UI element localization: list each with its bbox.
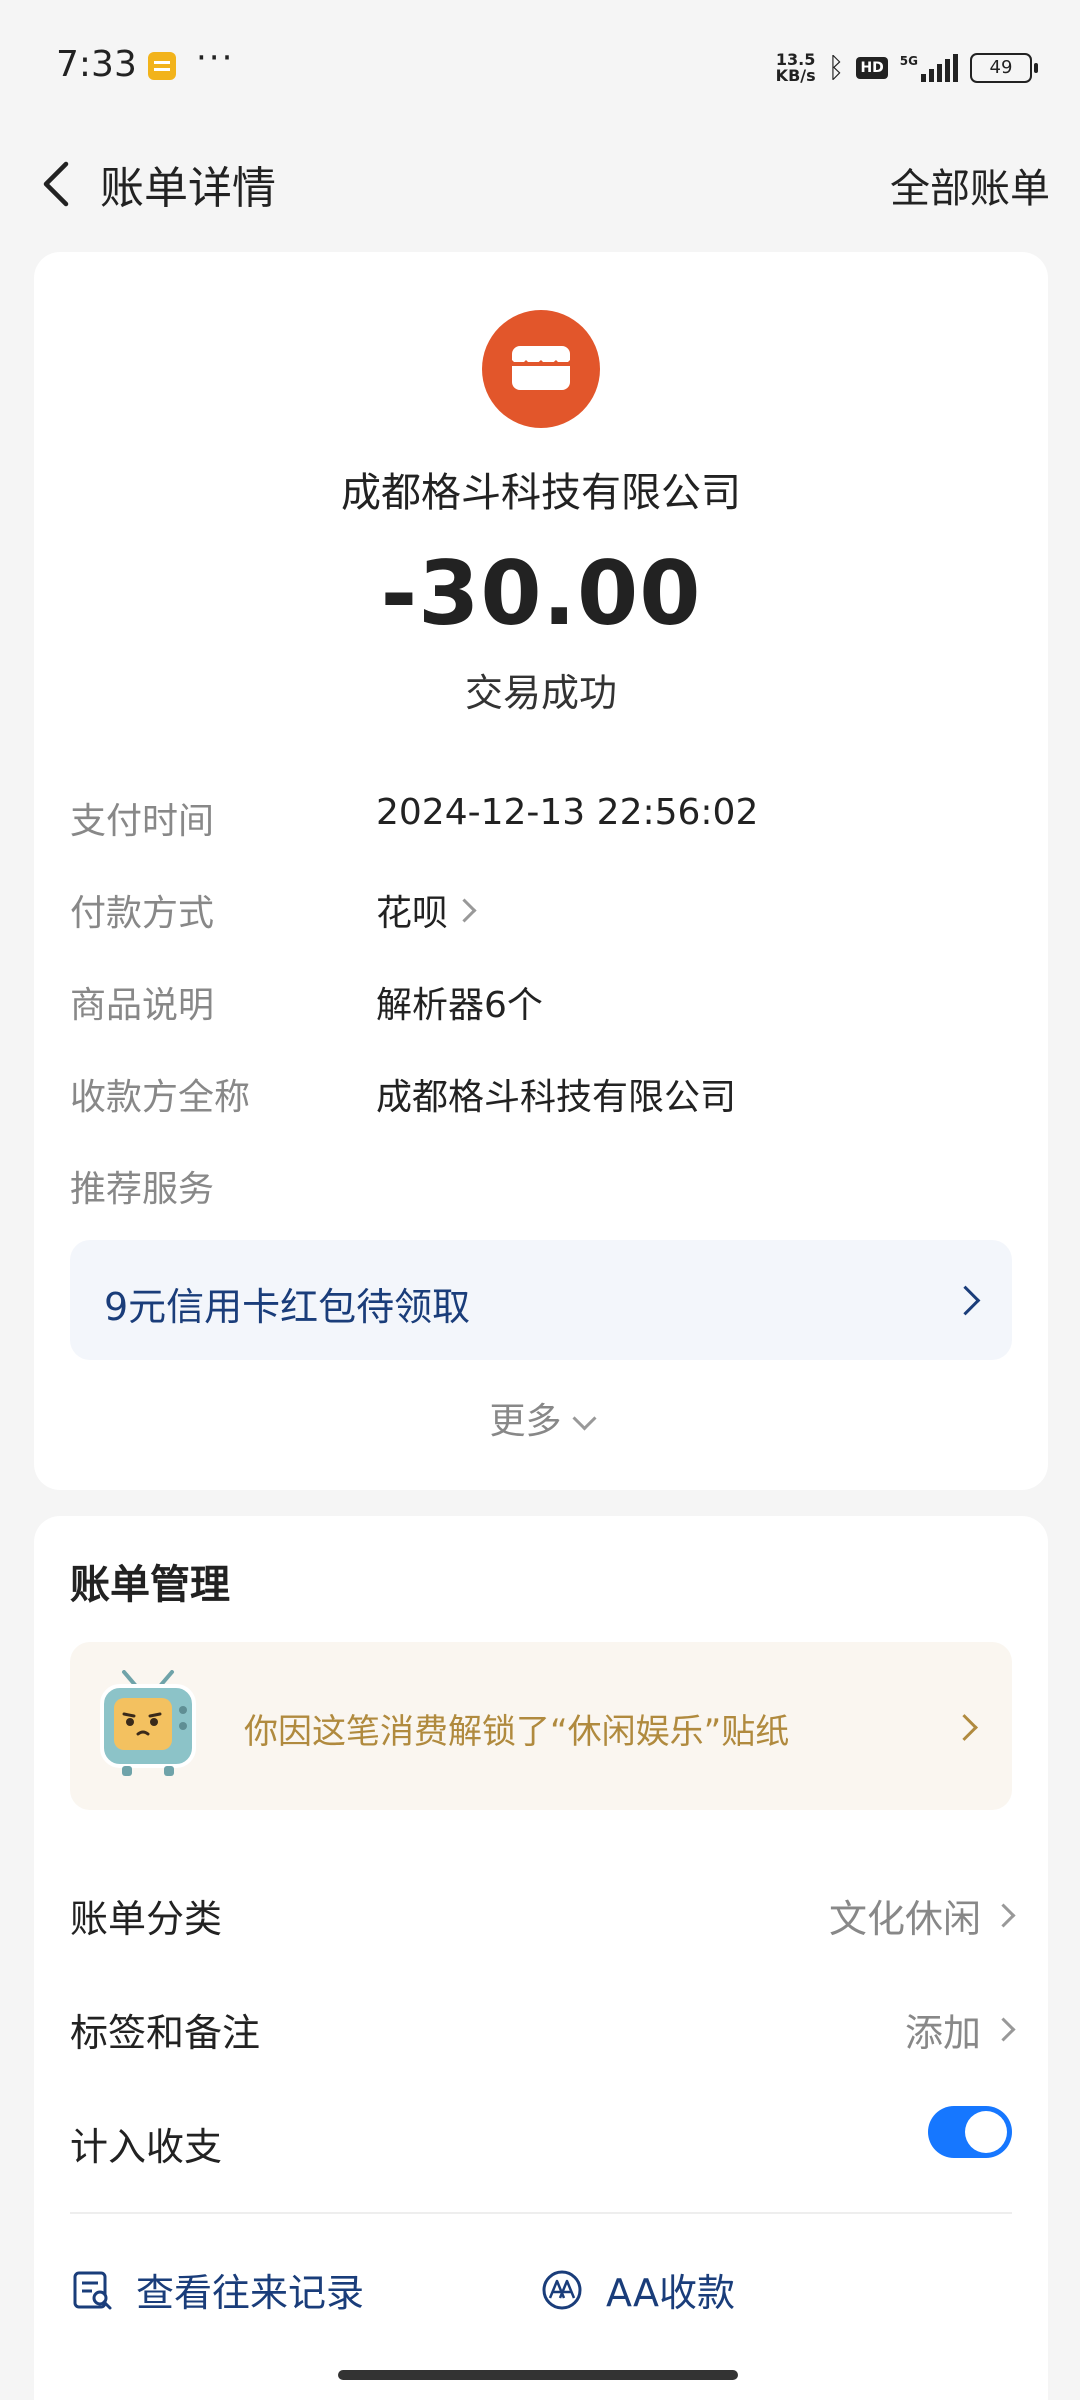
detail-label: 付款方式 — [70, 893, 215, 934]
detail-value[interactable]: 花呗 — [376, 884, 477, 936]
pay-time-value: 2024-12-13 22:56:02 — [376, 792, 759, 833]
detail-label: 收款方全称 — [70, 1077, 251, 1118]
bill-detail-card: 成都格斗科技有限公司 -30.00 交易成功 支付时间 2024-12-13 2… — [34, 252, 1048, 1490]
action-label: 查看往来记录 — [136, 2271, 365, 2315]
status-time: 7:33 — [56, 44, 137, 85]
status-indicators: 13.5 KB/s ᛒ HD 5G 49 — [776, 48, 1038, 88]
row-label: 账单分类 — [70, 1897, 223, 1941]
trade-status: 交易成功 — [464, 671, 617, 715]
battery-icon: 49 — [970, 53, 1038, 83]
battery-level: 49 — [989, 57, 1013, 78]
chevron-right-icon — [991, 1903, 1016, 1928]
detail-row-payee: 收款方全称 成都格斗科技有限公司 — [70, 1068, 1010, 1128]
row-label: 标签和备注 — [70, 2011, 261, 2055]
payee-value: 成都格斗科技有限公司 — [376, 1077, 737, 1118]
more-notifications-icon: ··· — [196, 38, 235, 78]
row-value: 添加 — [904, 2002, 1016, 2057]
detail-row-product: 商品说明 解析器6个 — [70, 976, 1010, 1036]
shop-icon — [512, 346, 570, 390]
divider — [70, 2212, 1012, 2214]
row-value: 文化休闲 — [828, 1888, 1016, 1943]
payment-method-value[interactable]: 花呗 — [376, 884, 448, 936]
merchant-avatar — [482, 310, 600, 428]
action-label: AA收款 — [606, 2271, 736, 2315]
detail-label: 推荐服务 — [70, 1169, 215, 1210]
home-indicator[interactable] — [338, 2370, 738, 2380]
detail-row-recommend: 推荐服务 — [70, 1160, 1010, 1220]
tv-sticker-icon — [100, 1670, 196, 1776]
aa-icon — [542, 2270, 582, 2309]
bill-management-card: 账单管理 你因这笔消费解锁了“休闲娱乐”贴纸 账单分类 文化休闲 标签和备注 添… — [34, 1516, 1048, 2400]
chevron-right-icon — [951, 1714, 978, 1741]
amount: -30.00 — [380, 542, 702, 645]
tags-notes-row[interactable]: 标签和备注 添加 — [70, 1992, 1016, 2062]
credit-card-promo[interactable]: 9元信用卡红包待领取 — [70, 1240, 1012, 1360]
include-in-stats-toggle[interactable] — [928, 2106, 1012, 2158]
detail-value: 成都格斗科技有限公司 — [376, 1068, 736, 1120]
chevron-down-icon — [571, 1406, 597, 1431]
promo-text: 9元信用卡红包待领取 — [104, 1285, 471, 1329]
detail-row-payment-method[interactable]: 付款方式 花呗 — [70, 884, 1010, 944]
notification-app-icon — [148, 52, 176, 80]
chevron-right-icon — [991, 2017, 1016, 2042]
chevron-right-icon — [950, 1285, 981, 1316]
page-title: 账单详情 — [100, 163, 276, 214]
merchant-name: 成都格斗科技有限公司 — [341, 470, 741, 516]
status-bar: 7:33 ··· 13.5 KB/s ᛒ HD 5G 49 — [0, 0, 1080, 134]
tags-value: 添加 — [904, 2011, 981, 2055]
detail-value: 2024-12-13 22:56:02 — [376, 792, 758, 833]
detail-label: 商品说明 — [70, 985, 215, 1026]
net-speed: 13.5 KB/s — [776, 52, 816, 84]
bill-category-row[interactable]: 账单分类 文化休闲 — [70, 1878, 1016, 1948]
view-records-button[interactable]: 查看往来记录 — [70, 2262, 364, 2317]
aa-collect-button[interactable]: AA收款 — [540, 2262, 735, 2317]
all-bills-link[interactable]: 全部账单 — [890, 156, 1050, 214]
category-value: 文化休闲 — [828, 1897, 981, 1941]
row-label: 计入收支 — [70, 2125, 223, 2169]
hd-icon: HD — [856, 57, 888, 79]
signal-icon: 5G — [900, 54, 958, 82]
more-button[interactable]: 更多 — [34, 1392, 1048, 1444]
network-type: 5G — [899, 54, 918, 68]
header: 账单详情 全部账单 — [0, 134, 1080, 234]
product-value: 解析器6个 — [376, 985, 543, 1026]
sticker-text: 你因这笔消费解锁了“休闲娱乐”贴纸 — [244, 1712, 790, 1752]
section-title: 账单管理 — [70, 1562, 230, 1608]
back-arrow-icon[interactable] — [36, 154, 86, 214]
sticker-banner[interactable]: 你因这笔消费解锁了“休闲娱乐”贴纸 — [70, 1642, 1012, 1810]
bluetooth-icon: ᛒ — [827, 51, 845, 84]
detail-value: 解析器6个 — [376, 976, 543, 1028]
net-speed-unit: KB/s — [775, 66, 816, 85]
detail-label: 支付时间 — [70, 801, 215, 842]
detail-row-pay-time: 支付时间 2024-12-13 22:56:02 — [70, 792, 1010, 852]
more-label: 更多 — [489, 1401, 562, 1442]
include-in-stats-row: 计入收支 — [70, 2106, 1012, 2176]
chevron-right-icon — [452, 897, 477, 923]
records-icon — [73, 2271, 112, 2309]
